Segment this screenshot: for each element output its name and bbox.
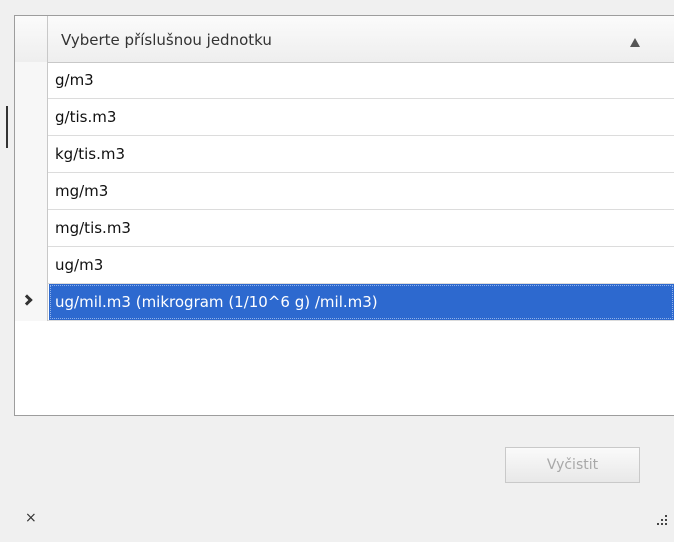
grip-dot (665, 523, 667, 525)
row-indicator[interactable] (15, 173, 48, 210)
unit-select-popup: Vyberte příslušnou jednotku g/m3 g/tis.m… (0, 0, 674, 542)
row-indicator[interactable] (15, 284, 48, 321)
row-indicator[interactable] (15, 247, 48, 284)
table-row[interactable]: ug/m3 (15, 247, 674, 284)
unit-cell[interactable]: ug/m3 (49, 247, 674, 283)
grip-dot (661, 519, 663, 521)
grip-dot (665, 515, 667, 517)
column-header-title[interactable]: Vyberte příslušnou jednotku (61, 16, 272, 62)
current-row-arrow-icon (21, 294, 33, 306)
clear-button[interactable]: Vyčistit (505, 447, 640, 483)
grip-dot (657, 523, 659, 525)
grid-rows: g/m3 g/tis.m3 kg/tis.m3 mg/m3 mg/tis.m3 … (15, 62, 674, 321)
grip-dot (665, 519, 667, 521)
table-row[interactable]: g/m3 (15, 62, 674, 99)
row-indicator[interactable] (15, 136, 48, 173)
unit-cell[interactable]: mg/m3 (49, 173, 674, 209)
row-indicator[interactable] (15, 99, 48, 136)
unit-cell[interactable]: g/tis.m3 (49, 99, 674, 135)
row-indicator[interactable] (15, 210, 48, 247)
units-grid: Vyberte příslušnou jednotku g/m3 g/tis.m… (14, 15, 674, 416)
unit-cell[interactable]: g/m3 (49, 62, 674, 98)
close-icon[interactable]: × (25, 511, 37, 525)
grip-dot (661, 523, 663, 525)
table-row[interactable]: kg/tis.m3 (15, 136, 674, 173)
sort-ascending-icon[interactable] (630, 38, 640, 47)
table-row[interactable]: mg/m3 (15, 173, 674, 210)
table-row[interactable]: mg/tis.m3 (15, 210, 674, 247)
table-row-selected[interactable]: ug/mil.m3 (mikrogram (1/10^6 g) /mil.m3) (15, 284, 674, 321)
edge-marker (6, 106, 8, 148)
unit-cell[interactable]: kg/tis.m3 (49, 136, 674, 172)
unit-cell[interactable]: ug/mil.m3 (mikrogram (1/10^6 g) /mil.m3) (49, 284, 674, 320)
table-row[interactable]: g/tis.m3 (15, 99, 674, 136)
grid-header[interactable]: Vyberte příslušnou jednotku (15, 16, 674, 63)
row-indicator[interactable] (15, 62, 48, 99)
unit-cell[interactable]: mg/tis.m3 (49, 210, 674, 246)
header-indicator-cell (15, 16, 48, 62)
resize-grip-icon[interactable] (655, 514, 669, 528)
